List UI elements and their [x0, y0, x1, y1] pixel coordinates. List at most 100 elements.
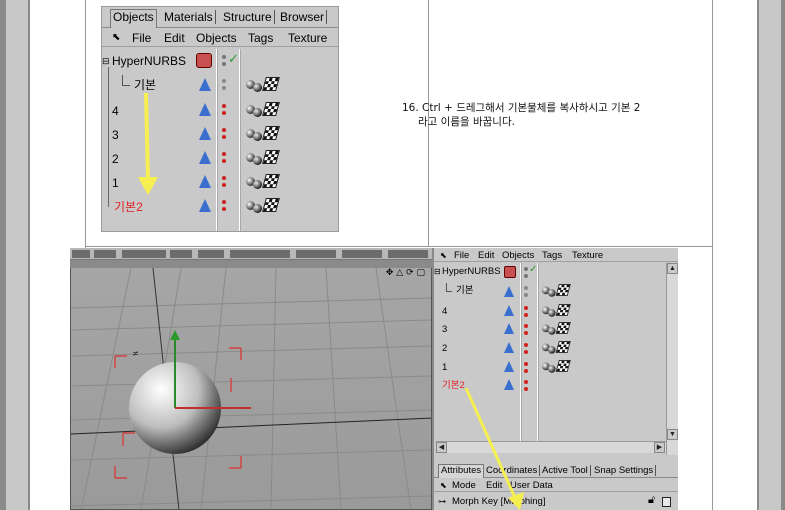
viewport-grid: ≠	[71, 268, 431, 509]
cone-icon	[199, 78, 211, 91]
tree-connector	[446, 291, 452, 292]
object-row[interactable]: 1	[434, 358, 664, 376]
3d-viewport[interactable]: ✥ △ ⟳ ▢ ≠	[70, 268, 432, 510]
menu-texture[interactable]: Texture	[572, 250, 603, 261]
object-row[interactable]: 기본	[434, 283, 664, 301]
menu-edit[interactable]: Edit	[164, 31, 185, 45]
menu-texture[interactable]: Texture	[288, 31, 327, 45]
object-row[interactable]: 4	[434, 302, 664, 320]
tab-structure[interactable]: Structure	[221, 10, 275, 24]
pointer-icon: ⬉	[440, 481, 447, 490]
material-tags[interactable]	[246, 174, 280, 190]
object-row[interactable]: 2	[434, 339, 664, 357]
table-row-divider	[86, 246, 712, 247]
page-right-border	[781, 0, 785, 510]
cone-icon	[504, 342, 514, 353]
manager-menubar: ⬉ File Edit Objects Tags Texture	[434, 248, 678, 262]
material-tags[interactable]	[246, 102, 280, 118]
material-tags[interactable]	[542, 341, 571, 355]
material-tags[interactable]	[246, 77, 280, 93]
menu-objects[interactable]: Objects	[196, 31, 237, 45]
cone-icon	[199, 199, 211, 212]
vertical-scrollbar[interactable]: ▲ ▼	[666, 263, 678, 455]
tab-active-tool[interactable]: Active Tool	[540, 465, 591, 476]
collapse-icon[interactable]: ⊟	[102, 54, 110, 68]
cone-icon	[504, 286, 514, 297]
material-tags[interactable]	[542, 322, 571, 336]
object-row-hypernurbs[interactable]: ⊟ HyperNURBS ✓	[102, 51, 338, 71]
instruction-line-1: 16. Ctrl + 드레그해서 기본물체를 복사하시고 기본 2	[402, 102, 641, 114]
toolbar-icon[interactable]	[388, 250, 428, 258]
pointer-icon: ⬉	[112, 32, 121, 43]
scroll-left-icon[interactable]: ◀	[436, 442, 447, 453]
material-tags[interactable]	[246, 126, 280, 142]
visibility-dots[interactable]	[524, 267, 528, 279]
visibility-dots[interactable]	[222, 79, 226, 91]
toolbar-icon[interactable]	[170, 250, 192, 258]
toolbar-icon[interactable]	[342, 250, 382, 258]
toolbar-icon[interactable]	[296, 250, 336, 258]
menu-edit[interactable]: Edit	[478, 250, 494, 261]
visibility-dots[interactable]	[222, 200, 226, 212]
material-tags[interactable]	[542, 284, 571, 298]
visibility-dots[interactable]	[524, 286, 528, 298]
object-row-selected[interactable]: 기본2	[102, 195, 338, 215]
visibility-dots[interactable]	[222, 152, 226, 164]
hypernurbs-icon	[196, 53, 212, 68]
scroll-up-icon[interactable]: ▲	[667, 263, 678, 274]
checkmark-icon[interactable]: ✓	[228, 52, 239, 66]
object-name: 1	[112, 176, 119, 190]
checkmark-icon[interactable]: ✓	[529, 264, 537, 276]
object-name: 1	[442, 362, 448, 373]
tab-browser[interactable]: Browser	[278, 10, 328, 24]
scroll-right-icon[interactable]: ▶	[654, 442, 665, 453]
visibility-dots[interactable]	[222, 55, 226, 67]
visibility-dots[interactable]	[222, 176, 226, 188]
menu-tags[interactable]: Tags	[542, 250, 562, 261]
new-panel-icon[interactable]	[662, 497, 671, 507]
page-right-border-inner	[757, 0, 759, 510]
toolbar-icon[interactable]	[198, 250, 224, 258]
menu-file[interactable]: File	[454, 250, 469, 261]
material-tags[interactable]	[542, 304, 571, 318]
menu-tags[interactable]: Tags	[248, 31, 273, 45]
material-tags[interactable]	[246, 150, 280, 166]
lock-icon[interactable]: 🔓︎	[648, 495, 655, 506]
visibility-dots[interactable]	[524, 306, 528, 318]
toolbar-icon[interactable]	[72, 250, 90, 258]
viewport-toolbar	[70, 248, 432, 260]
visibility-dots[interactable]	[524, 362, 528, 374]
scroll-down-icon[interactable]: ▼	[667, 429, 678, 440]
svg-text:≠: ≠	[132, 349, 139, 358]
toolbar-icon[interactable]	[230, 250, 290, 258]
object-name: 4	[112, 104, 119, 118]
menu-objects[interactable]: Objects	[502, 250, 534, 261]
material-tags[interactable]	[542, 360, 571, 374]
toolbar-icon[interactable]	[94, 250, 116, 258]
object-name: 2	[112, 152, 119, 166]
tab-materials[interactable]: Materials	[162, 10, 216, 24]
cone-icon	[199, 151, 211, 164]
tab-objects[interactable]: Objects	[110, 9, 157, 28]
menu-file[interactable]: File	[132, 31, 151, 45]
visibility-dots[interactable]	[222, 104, 226, 116]
object-row[interactable]: 기본	[102, 75, 338, 95]
instruction-line-2: 라고 이름을 바꿉니다.	[418, 116, 515, 128]
object-row-hypernurbs[interactable]: ⊟ HyperNURBS ✓	[434, 264, 664, 282]
cone-icon	[504, 323, 514, 334]
visibility-dots[interactable]	[222, 128, 226, 140]
collapse-icon[interactable]: ⊟	[434, 266, 441, 277]
object-name: HyperNURBS	[442, 266, 501, 277]
yellow-arrow-annotation	[464, 388, 524, 510]
material-tags[interactable]	[246, 198, 280, 214]
visibility-dots[interactable]	[524, 324, 528, 336]
manager-tabs: Objects Materials Structure Browser	[102, 7, 338, 28]
object-row[interactable]: 3	[434, 320, 664, 338]
tab-snap-settings[interactable]: Snap Settings	[592, 465, 657, 476]
object-manager-screenshot: Objects Materials Structure Browser ⬉ Fi…	[101, 6, 339, 232]
visibility-dots[interactable]	[524, 343, 528, 355]
toolbar-icon[interactable]	[122, 250, 166, 258]
yellow-arrow-annotation	[138, 93, 158, 195]
object-name: 기본2	[114, 200, 143, 214]
cone-icon	[199, 175, 211, 188]
